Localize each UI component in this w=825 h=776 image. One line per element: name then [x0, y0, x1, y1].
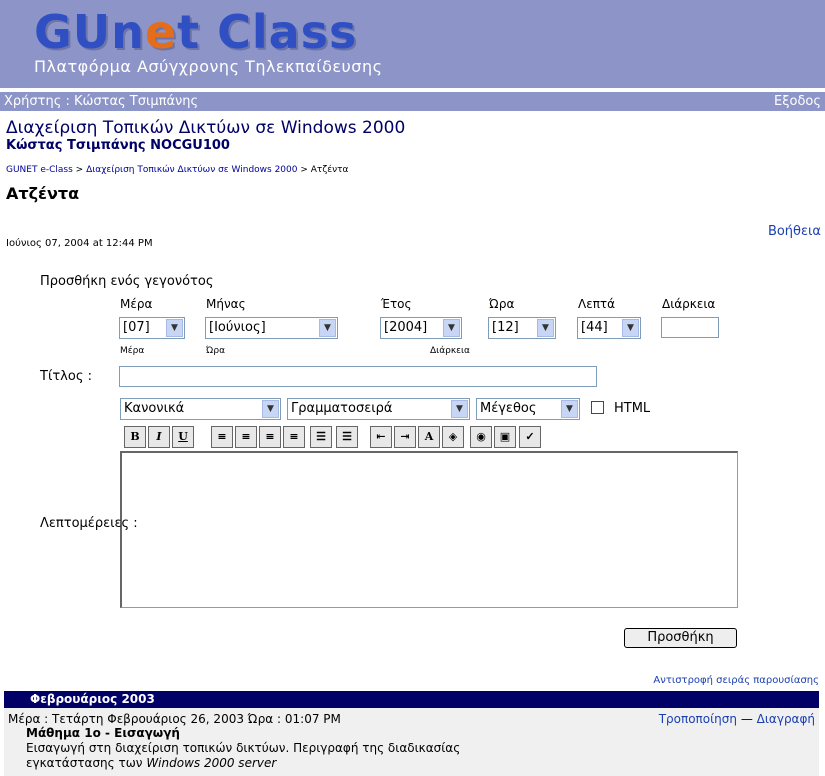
current-datetime: Ιούνιος 07, 2004 at 12:44 PM: [6, 238, 153, 249]
add-event-button[interactable]: Προσθήκη: [624, 628, 737, 648]
delete-event-link[interactable]: Διαγραφή: [757, 712, 815, 726]
html-checkbox[interactable]: [591, 401, 604, 414]
minute-label: Λεπτά: [578, 297, 616, 311]
minute-select[interactable]: [44] ▼: [577, 317, 641, 339]
highlight-button[interactable]: ◈: [442, 426, 464, 448]
align-left-button[interactable]: ≡: [211, 426, 233, 448]
chevron-down-icon: ▼: [443, 319, 460, 337]
event-description: Εισαγωγή στη διαχείριση τοπικών δικτύων.…: [26, 741, 461, 770]
chevron-down-icon: ▼: [166, 319, 183, 337]
spellcheck-button[interactable]: ✓: [519, 426, 541, 448]
platform-subtitle: Πλατφόρμα Ασύγχρονης Τηλεκπαίδευσης: [34, 57, 383, 76]
insert-image-button[interactable]: ▣: [494, 426, 516, 448]
chevron-down-icon: ▼: [561, 400, 578, 418]
year-label: Έτος: [381, 297, 412, 311]
hour-small-label: Ώρα: [206, 346, 226, 356]
italic-button[interactable]: I: [148, 426, 170, 448]
chevron-down-icon: ▼: [262, 400, 279, 418]
duration-input[interactable]: [661, 317, 719, 338]
user-bar: Χρήστης : Κώστας Τσιμπάνης Εξοδος: [0, 92, 825, 111]
reverse-order-link[interactable]: Αντιστροφή σειράς παρουσίασης: [653, 675, 819, 686]
banner: GUnet Class Πλατφόρμα Ασύγχρονης Τηλεκπα…: [0, 0, 825, 88]
align-center-button[interactable]: ≡: [235, 426, 257, 448]
month-label: Μήνας: [206, 297, 246, 311]
logout-link[interactable]: Εξοδος: [774, 92, 821, 111]
event-datetime: Μέρα : Τετάρτη Φεβρουάριος 26, 2003 Ώρα …: [8, 712, 341, 726]
details-textarea[interactable]: [120, 451, 738, 608]
user-name: Χρήστης : Κώστας Τσιμπάνης: [4, 94, 199, 109]
event-actions: Τροποποίηση — Διαγραφή: [658, 712, 815, 726]
unordered-list-button[interactable]: ☰: [336, 426, 358, 448]
month-select[interactable]: [Ιούνιος] ▼: [205, 317, 338, 339]
page-title: Ατζέντα: [6, 184, 80, 203]
indent-button[interactable]: ⇥: [394, 426, 416, 448]
ordered-list-button[interactable]: ☰: [310, 426, 332, 448]
font-select[interactable]: Γραμματοσειρά ▼: [287, 398, 470, 420]
chevron-down-icon: ▼: [537, 319, 554, 337]
course-title: Διαχείριση Τοπικών Δικτύων σε Windows 20…: [6, 118, 406, 138]
day-label: Μέρα: [120, 297, 153, 311]
gunet-logo: GUnet Class: [34, 5, 358, 59]
size-select[interactable]: Μέγεθος ▼: [476, 398, 580, 420]
hour-select[interactable]: [12] ▼: [488, 317, 556, 339]
underline-button[interactable]: U: [172, 426, 194, 448]
title-input[interactable]: [119, 366, 597, 387]
help-link[interactable]: Βοήθεια: [768, 224, 821, 239]
breadcrumb-course[interactable]: Διαχείριση Τοπικών Δικτύων σε Windows 20…: [86, 165, 297, 175]
breadcrumb-current: Ατζέντα: [310, 165, 349, 175]
edit-event-link[interactable]: Τροποποίηση: [659, 712, 737, 726]
breadcrumb: GUNET e-Class > Διαχείριση Τοπικών Δικτύ…: [6, 165, 349, 175]
add-event-heading: Προσθήκη ενός γεγονότος: [40, 274, 214, 289]
day-small-label: Μέρα: [120, 346, 145, 356]
chevron-down-icon: ▼: [451, 400, 468, 418]
chevron-down-icon: ▼: [319, 319, 336, 337]
event-title: Μάθημα 1ο - Εισαγωγή: [26, 726, 180, 740]
title-label: Τίτλος :: [40, 369, 92, 384]
format-select[interactable]: Κανονικά ▼: [120, 398, 281, 420]
justify-button[interactable]: ≡: [283, 426, 305, 448]
html-label: HTML: [614, 401, 651, 416]
month-header: Φεβρουάριος 2003: [4, 691, 819, 708]
duration-label: Διάρκεια: [662, 297, 716, 311]
hour-label: Ώρα: [489, 297, 515, 311]
bold-button[interactable]: B: [124, 426, 146, 448]
day-select[interactable]: [07] ▼: [119, 317, 185, 339]
breadcrumb-home[interactable]: GUNET e-Class: [6, 165, 73, 175]
insert-link-button[interactable]: ◉: [470, 426, 492, 448]
details-label: Λεπτομέρειες :: [40, 516, 138, 531]
align-right-button[interactable]: ≡: [259, 426, 281, 448]
duration-small-label: Διάρκεια: [430, 346, 470, 356]
chevron-down-icon: ▼: [622, 319, 639, 337]
course-subtitle: Κώστας Τσιμπάνης NOCGU100: [6, 138, 230, 153]
font-color-button[interactable]: A: [418, 426, 440, 448]
outdent-button[interactable]: ⇤: [370, 426, 392, 448]
year-select[interactable]: [2004] ▼: [380, 317, 462, 339]
event-item: Μέρα : Τετάρτη Φεβρουάριος 26, 2003 Ώρα …: [4, 708, 819, 776]
